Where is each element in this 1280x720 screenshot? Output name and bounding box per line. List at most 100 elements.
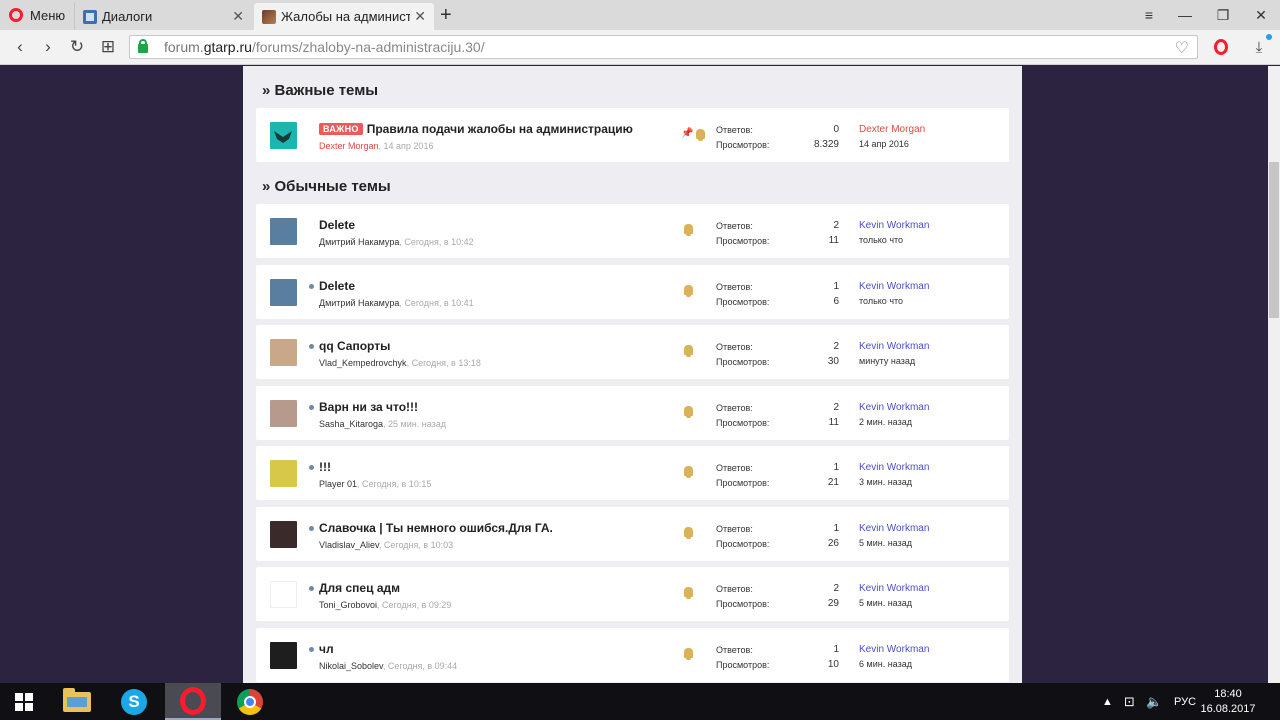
thread-title-link[interactable]: Delete	[319, 218, 355, 232]
replies-count: 1	[833, 281, 839, 292]
last-post-user-link[interactable]: Kevin Workman	[859, 400, 929, 415]
last-post-user-link[interactable]: Kevin Workman	[859, 279, 929, 294]
tab-label: Жалобы на администрац	[281, 9, 411, 24]
input-language[interactable]: РУС	[1174, 683, 1196, 720]
thread-title-link[interactable]: Delete	[319, 279, 355, 293]
thread-meta: Nikolai_Sobolev, Сегодня, в 09:44	[319, 661, 457, 671]
thread-title-line: Варн ни за что!!!	[309, 400, 418, 414]
scrollbar-thumb[interactable]	[1269, 162, 1279, 318]
gtarp-favicon-icon	[262, 9, 276, 24]
thread-title-link[interactable]: !!!	[319, 460, 331, 474]
thread-meta: Toni_Grobovoi, Сегодня, в 09:29	[319, 600, 451, 610]
unread-dot-icon	[309, 525, 314, 531]
last-post-user-link[interactable]: Kevin Workman	[859, 521, 929, 536]
last-post-user-link[interactable]: Kevin Workman	[859, 339, 929, 354]
tab-menu-icon[interactable]: ≡	[1130, 0, 1168, 30]
avatar[interactable]	[270, 400, 297, 427]
restore-button[interactable]: ❐	[1204, 0, 1242, 30]
last-post: Kevin Workman 2 мин. назад	[859, 400, 929, 430]
thread-stats: Ответов: 2 Просмотров: 30	[716, 339, 839, 369]
last-post-user-link[interactable]: Kevin Workman	[859, 642, 929, 657]
thread-author-link[interactable]: Player 01	[319, 479, 357, 489]
thread-title-link[interactable]: qq Сапорты	[319, 339, 390, 353]
thread-row[interactable]: Славочка | Ты немного ошибся.Для ГА. Vlad…	[256, 507, 1009, 561]
last-post-time: 2 мин. назад	[859, 417, 912, 427]
thread-title-link[interactable]: чл	[319, 642, 334, 656]
back-button[interactable]: ‹	[8, 36, 32, 58]
url-input[interactable]: forum. gtarp.ru/forums/zhaloby-na-adminis…	[129, 35, 1198, 59]
views-count: 8.329	[813, 139, 839, 150]
last-post: Kevin Workman 3 мин. назад	[859, 460, 929, 490]
tray-overflow-icon[interactable]: ▲	[1102, 683, 1113, 720]
avatar[interactable]	[270, 460, 297, 487]
avatar[interactable]	[270, 279, 297, 306]
forward-button[interactable]: ›	[36, 36, 60, 58]
last-post-user-link[interactable]: Kevin Workman	[859, 460, 929, 475]
reload-button[interactable]: ↻	[65, 36, 89, 58]
thread-author-link[interactable]: Vladislav_Aliev	[319, 540, 379, 550]
thread-title-line: Delete	[309, 279, 355, 293]
avatar[interactable]	[270, 642, 297, 669]
tab-complaints[interactable]: Жалобы на администрац ✕	[254, 3, 434, 30]
downloads-button[interactable]: ⤓	[1248, 34, 1272, 58]
thread-row[interactable]: !!! Player 01, Сегодня, в 10:15 Ответов: 1 П…	[256, 446, 1009, 500]
skype-button[interactable]: S	[106, 683, 162, 720]
opera-menu-button[interactable]: Меню	[0, 0, 72, 30]
last-post-user-link[interactable]: Dexter Morgan	[859, 122, 925, 137]
avatar[interactable]	[270, 521, 297, 548]
bell-icon	[684, 466, 693, 478]
start-button[interactable]	[0, 683, 48, 720]
thread-row[interactable]: чл Nikolai_Sobolev, Сегодня, в 09:44 Ответ…	[256, 628, 1009, 682]
volume-icon[interactable]: 🔈	[1146, 683, 1162, 720]
clock[interactable]: 18:40 16.08.2017	[1196, 687, 1260, 717]
avatar[interactable]	[270, 218, 297, 245]
thread-status-icons: 📌	[681, 128, 706, 141]
thread-row[interactable]: Delete Дмитрий Накамура, Сегодня, в 10:42…	[256, 204, 1009, 258]
thread-author-link[interactable]: Dexter Morgan	[319, 141, 379, 151]
replies-count: 2	[833, 220, 839, 231]
thread-title-link[interactable]: Правила подачи жалобы на администрацию	[367, 122, 633, 136]
skype-icon: S	[121, 688, 147, 715]
unread-dot-icon	[309, 646, 314, 652]
thread-author-link[interactable]: Дмитрий Накамура	[319, 298, 399, 308]
avatar[interactable]	[270, 122, 297, 149]
thread-author-link[interactable]: Toni_Grobovoi	[319, 600, 377, 610]
replies-count: 1	[833, 523, 839, 534]
thread-row[interactable]: Варн ни за что!!! Sasha_Kitaroga, 25 мин.…	[256, 386, 1009, 440]
opera-taskbar-button[interactable]	[165, 683, 221, 720]
close-window-button[interactable]: ✕	[1242, 0, 1280, 30]
thread-row[interactable]: Для спец адм Toni_Grobovoi, Сегодня, в 09…	[256, 567, 1009, 621]
thread-author-link[interactable]: Vlad_Kempedrovchyk	[319, 358, 407, 368]
thread-status-icons	[684, 587, 693, 599]
chrome-button[interactable]	[222, 683, 278, 720]
thread-title-link[interactable]: Славочка | Ты немного ошибся.Для ГА.	[319, 521, 553, 535]
close-tab-icon[interactable]: ✕	[232, 8, 244, 25]
minimize-button[interactable]: —	[1166, 0, 1204, 30]
avatar[interactable]	[270, 339, 297, 366]
speed-dial-icon[interactable]: ⊞	[96, 36, 120, 58]
network-icon[interactable]: ⊡	[1124, 683, 1135, 720]
close-tab-icon[interactable]: ✕	[414, 8, 426, 25]
thread-author-link[interactable]: Дмитрий Накамура	[319, 237, 399, 247]
replies-label: Ответов:	[716, 220, 753, 231]
thread-title-link[interactable]: Варн ни за что!!!	[319, 400, 418, 414]
file-explorer-button[interactable]	[49, 683, 105, 720]
tab-dialogs[interactable]: Диалоги ✕	[74, 3, 252, 30]
thread-title-line: qq Сапорты	[309, 339, 390, 353]
important-threads-heading: » Важные темы	[262, 82, 379, 99]
new-tab-button[interactable]: +	[440, 4, 452, 26]
avatar[interactable]	[270, 581, 297, 608]
opera-button[interactable]	[1210, 36, 1232, 58]
thread-author-link[interactable]: Nikolai_Sobolev	[319, 661, 383, 671]
last-post-user-link[interactable]: Kevin Workman	[859, 218, 929, 233]
thread-title-link[interactable]: Для спец адм	[319, 581, 400, 595]
views-label: Просмотров:	[716, 659, 770, 670]
last-post-time: 5 мин. назад	[859, 538, 912, 548]
last-post-user-link[interactable]: Kevin Workman	[859, 581, 929, 596]
thread-row[interactable]: Delete Дмитрий Накамура, Сегодня, в 10:41…	[256, 265, 1009, 319]
bookmark-heart-icon[interactable]: ♡	[1175, 38, 1189, 58]
thread-author-link[interactable]: Sasha_Kitaroga	[319, 419, 383, 429]
important-thread-row[interactable]: ВАЖНО Правила подачи жалобы на администр…	[256, 108, 1009, 162]
page-scrollbar[interactable]	[1268, 66, 1280, 683]
thread-row[interactable]: qq Сапорты Vlad_Kempedrovchyk, Сегодня, в…	[256, 325, 1009, 379]
